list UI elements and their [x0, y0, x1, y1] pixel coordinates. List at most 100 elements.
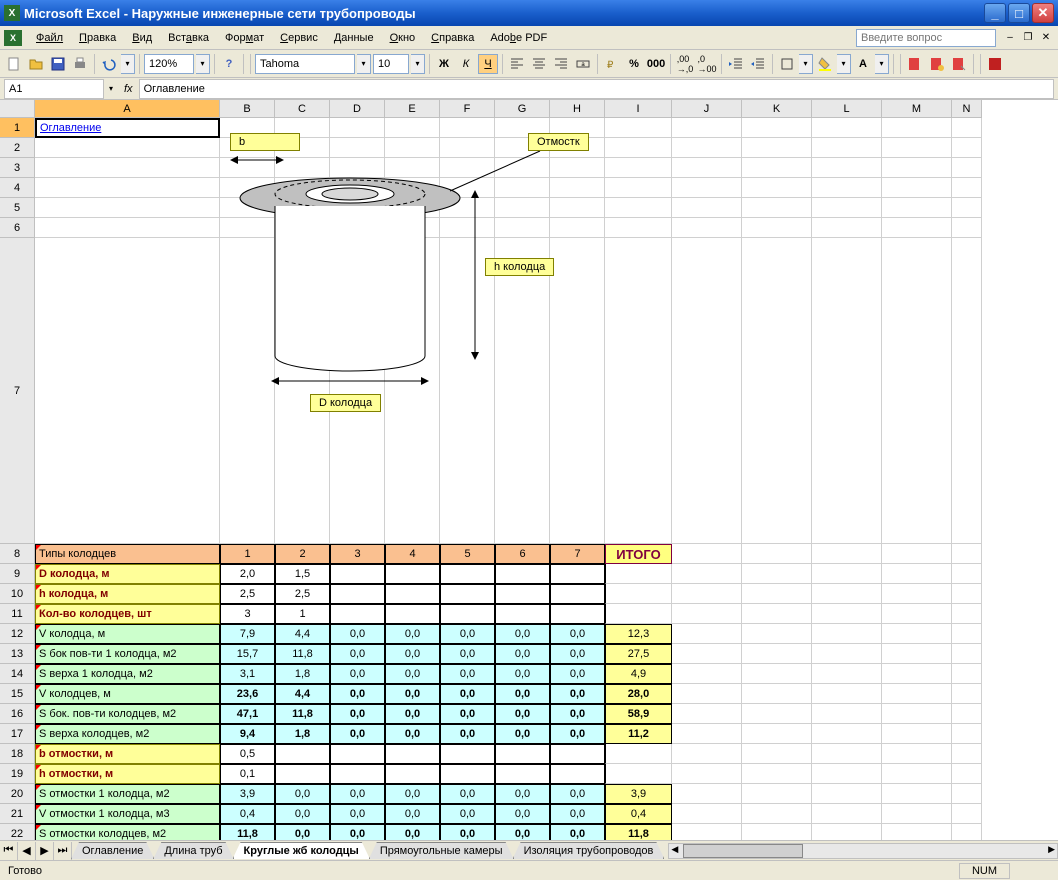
cell-N7[interactable] — [952, 238, 982, 544]
cell-L3[interactable] — [812, 158, 882, 178]
cell-K10[interactable] — [742, 584, 812, 604]
percent-button[interactable]: % — [624, 54, 644, 74]
cell-K21[interactable] — [742, 804, 812, 824]
cell-A12[interactable]: V колодца, м — [35, 624, 220, 644]
align-left-button[interactable] — [507, 54, 527, 74]
cell-I20[interactable]: 3,9 — [605, 784, 672, 804]
cell-G11[interactable] — [495, 604, 550, 624]
cell-J2[interactable] — [672, 138, 742, 158]
cell-L13[interactable] — [812, 644, 882, 664]
font-dropdown[interactable]: ▾ — [357, 54, 371, 74]
cell-J4[interactable] — [672, 178, 742, 198]
cell-G14[interactable]: 0,0 — [495, 664, 550, 684]
fx-label[interactable]: fx — [124, 83, 133, 95]
menu-help[interactable]: Справка — [423, 30, 482, 46]
select-all-corner[interactable] — [0, 100, 35, 118]
cell-K15[interactable] — [742, 684, 812, 704]
cell-M9[interactable] — [882, 564, 952, 584]
cell-N14[interactable] — [952, 664, 982, 684]
underline-button[interactable]: Ч — [478, 54, 498, 74]
sheet-tab-4[interactable]: Изоляция трубопроводов — [513, 842, 665, 859]
cell-M7[interactable] — [882, 238, 952, 544]
cell-I13[interactable]: 27,5 — [605, 644, 672, 664]
merge-button[interactable]: a — [573, 54, 593, 74]
cell-M10[interactable] — [882, 584, 952, 604]
increase-indent-button[interactable] — [748, 54, 768, 74]
cell-I16[interactable]: 58,9 — [605, 704, 672, 724]
cell-K8[interactable] — [742, 544, 812, 564]
cell-E14[interactable]: 0,0 — [385, 664, 440, 684]
cell-C16[interactable]: 11,8 — [275, 704, 330, 724]
cell-E18[interactable] — [385, 744, 440, 764]
cell-D15[interactable]: 0,0 — [330, 684, 385, 704]
cell-J8[interactable] — [672, 544, 742, 564]
cell-L14[interactable] — [812, 664, 882, 684]
cell-C9[interactable]: 1,5 — [275, 564, 330, 584]
cell-I15[interactable]: 28,0 — [605, 684, 672, 704]
cell-G18[interactable] — [495, 744, 550, 764]
help-question-input[interactable] — [856, 29, 996, 47]
new-button[interactable] — [4, 54, 24, 74]
cell-H18[interactable] — [550, 744, 605, 764]
cell-J10[interactable] — [672, 584, 742, 604]
name-box[interactable]: A1 — [4, 79, 104, 99]
name-box-dropdown[interactable]: ▾ — [104, 84, 118, 93]
cell-J3[interactable] — [672, 158, 742, 178]
cell-A13[interactable]: S бок пов-ти 1 колодца, м2 — [35, 644, 220, 664]
cell-K4[interactable] — [742, 178, 812, 198]
cell-M16[interactable] — [882, 704, 952, 724]
cell-C12[interactable]: 4,4 — [275, 624, 330, 644]
cell-C21[interactable]: 0,0 — [275, 804, 330, 824]
cell-B17[interactable]: 9,4 — [220, 724, 275, 744]
cell-J21[interactable] — [672, 804, 742, 824]
maximize-button[interactable]: □ — [1008, 3, 1030, 23]
cell-A11[interactable]: Кол-во колодцев, шт — [35, 604, 220, 624]
cell-C17[interactable]: 1,8 — [275, 724, 330, 744]
cell-D21[interactable]: 0,0 — [330, 804, 385, 824]
cell-J14[interactable] — [672, 664, 742, 684]
sheet-tab-1[interactable]: Длина труб — [153, 842, 233, 859]
cell-J15[interactable] — [672, 684, 742, 704]
align-right-button[interactable] — [551, 54, 571, 74]
cell-L22[interactable] — [812, 824, 882, 840]
close-button[interactable]: ✕ — [1032, 3, 1054, 23]
cell-M2[interactable] — [882, 138, 952, 158]
cell-J16[interactable] — [672, 704, 742, 724]
open-button[interactable] — [26, 54, 46, 74]
cell-B12[interactable]: 7,9 — [220, 624, 275, 644]
col-header-N[interactable]: N — [952, 100, 982, 118]
cell-M3[interactable] — [882, 158, 952, 178]
menu-data[interactable]: Данные — [326, 30, 382, 46]
cell-A6[interactable] — [35, 218, 220, 238]
menu-view[interactable]: Вид — [124, 30, 160, 46]
row-header-12[interactable]: 12 — [0, 624, 35, 644]
cell-K9[interactable] — [742, 564, 812, 584]
cell-N17[interactable] — [952, 724, 982, 744]
cell-G10[interactable] — [495, 584, 550, 604]
cell-B22[interactable]: 11,8 — [220, 824, 275, 840]
cell-M18[interactable] — [882, 744, 952, 764]
cell-A17[interactable]: S верха колодцев, м2 — [35, 724, 220, 744]
cell-L16[interactable] — [812, 704, 882, 724]
col-header-A[interactable]: A — [35, 100, 220, 118]
cell-C15[interactable]: 4,4 — [275, 684, 330, 704]
cell-D16[interactable]: 0,0 — [330, 704, 385, 724]
cell-G8[interactable]: 6 — [495, 544, 550, 564]
row-header-22[interactable]: 22 — [0, 824, 35, 840]
font-size-box[interactable]: 10 — [373, 54, 409, 74]
font-box[interactable]: Tahoma — [255, 54, 355, 74]
cell-M8[interactable] — [882, 544, 952, 564]
cell-M5[interactable] — [882, 198, 952, 218]
cell-H13[interactable]: 0,0 — [550, 644, 605, 664]
cell-M22[interactable] — [882, 824, 952, 840]
cell-A7[interactable] — [35, 238, 220, 544]
cell-H14[interactable]: 0,0 — [550, 664, 605, 684]
cell-B21[interactable]: 0,4 — [220, 804, 275, 824]
zoom-dropdown[interactable]: ▾ — [196, 54, 210, 74]
row-header-11[interactable]: 11 — [0, 604, 35, 624]
formula-input[interactable]: Оглавление — [139, 79, 1054, 99]
cell-L19[interactable] — [812, 764, 882, 784]
cell-H22[interactable]: 0,0 — [550, 824, 605, 840]
menu-window[interactable]: Окно — [382, 30, 424, 46]
cell-N20[interactable] — [952, 784, 982, 804]
